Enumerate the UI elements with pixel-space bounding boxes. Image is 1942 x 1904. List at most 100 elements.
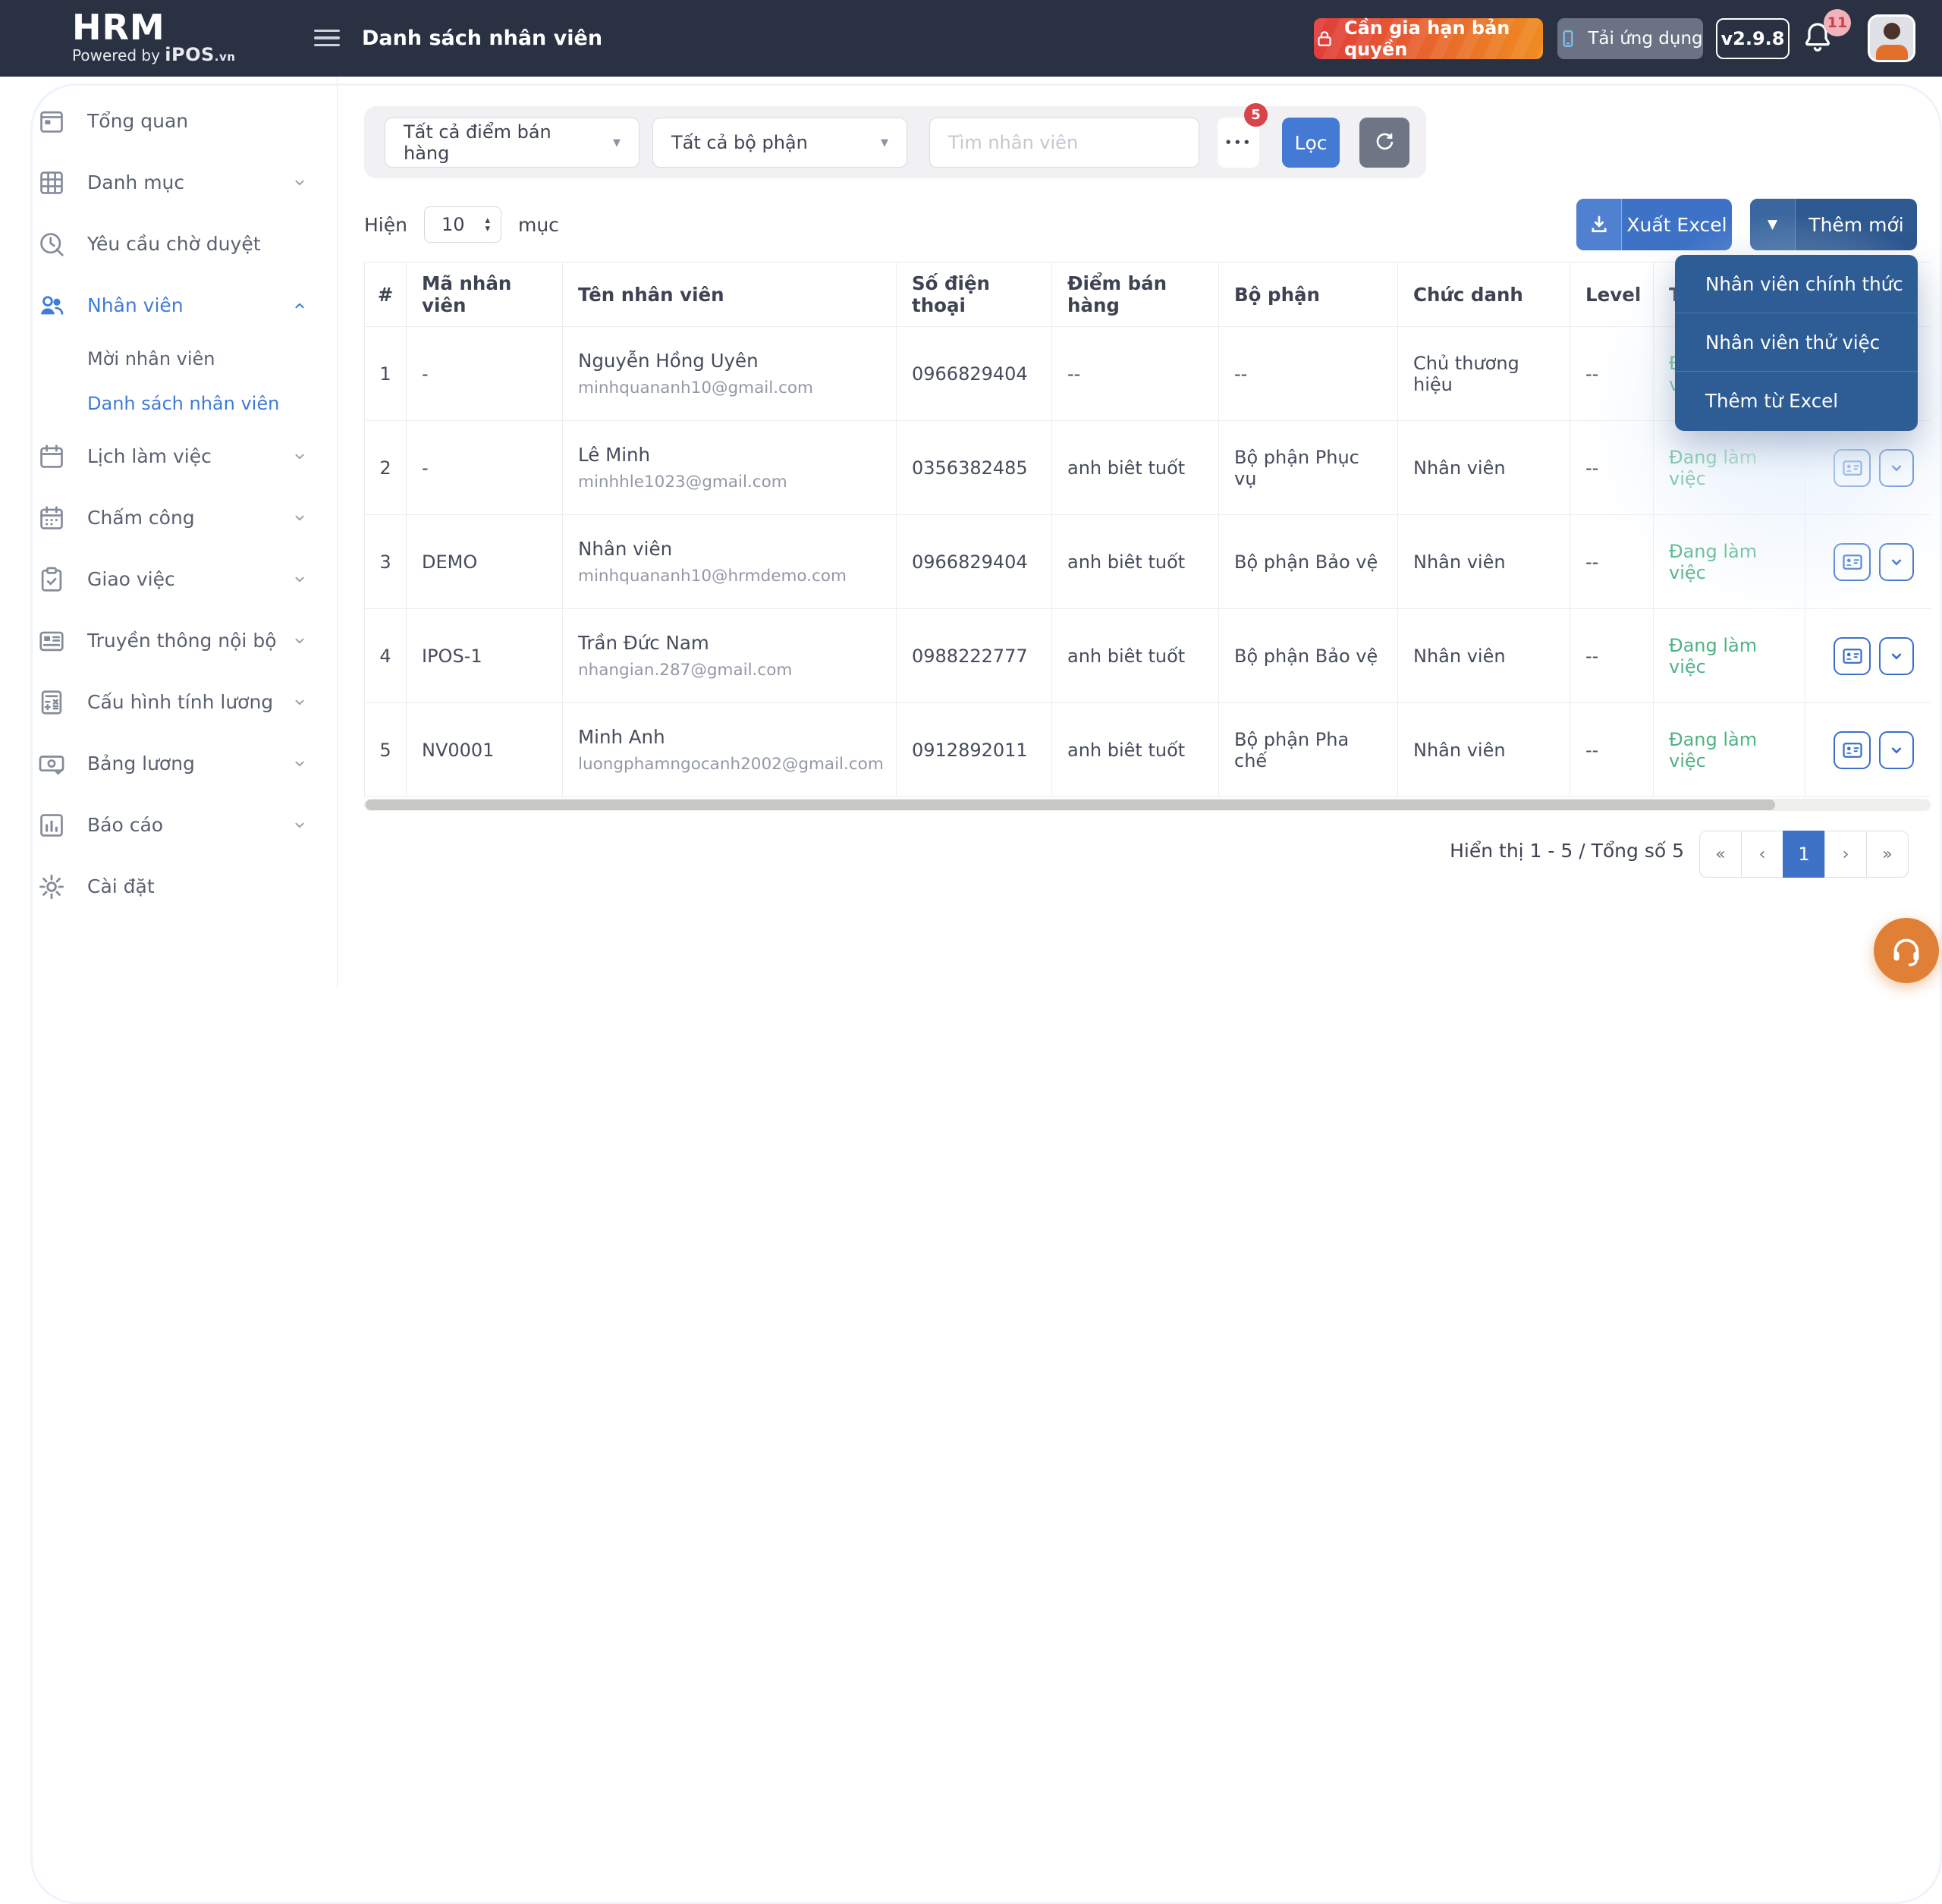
employee-email: minhhle1023@gmail.com <box>578 473 787 492</box>
table-row: 4 IPOS-1 Trần Đức Nam nhangian.287@gmail… <box>364 609 1931 703</box>
chevron-down-icon <box>1891 653 1902 660</box>
pagination-last-button[interactable]: » <box>1866 831 1909 878</box>
gear-icon <box>37 872 66 901</box>
cell-code: - <box>407 421 563 515</box>
sidebar-item-nhan-vien[interactable]: Nhân viên <box>0 275 337 336</box>
id-card-icon <box>1842 460 1862 476</box>
cell-actions <box>1805 703 1931 797</box>
pos-filter-select[interactable]: Tất cả điểm bán hàng ▼ <box>385 118 639 168</box>
sidebar-item-cau-hinh-tinh-luong[interactable]: Cấu hình tính lương <box>0 671 337 733</box>
sidebar-item-label: Yêu cầu chờ duyệt <box>87 233 261 255</box>
table-row: 2 - Lê Minh minhhle1023@gmail.com 035638… <box>364 421 1931 515</box>
cell-stt: 4 <box>364 609 407 703</box>
select-caret-icon: ▼ <box>881 137 888 149</box>
employee-card-button[interactable] <box>1834 730 1871 769</box>
sidebar-item-cai-dat[interactable]: Cài đặt <box>0 856 337 917</box>
status-badge: Đang làm việc <box>1654 421 1805 515</box>
license-renewal-button[interactable]: Cần gia hạn bản quyền <box>1314 17 1543 60</box>
row-expand-button[interactable] <box>1879 636 1914 675</box>
chevron-down-icon <box>291 756 308 772</box>
cell-title: Chủ thương hiệu <box>1398 327 1570 421</box>
chevron-down-icon <box>291 571 308 588</box>
notifications-button[interactable]: 11 <box>1799 9 1851 61</box>
cell-pos: -- <box>1052 327 1219 421</box>
sidebar-item-yeu-cau-cho-duyet[interactable]: Yêu cầu chờ duyệt <box>0 213 337 275</box>
status-badge: Đang làm việc <box>1654 703 1805 797</box>
clock-pending-icon <box>37 230 66 259</box>
calculator-icon <box>37 688 66 717</box>
cell-stt: 5 <box>364 703 407 797</box>
logo-powered: Powered by <box>72 46 160 64</box>
support-fab-button[interactable] <box>1874 918 1939 983</box>
table-row: 3 DEMO Nhân viên minhquananh10@hrmdemo.c… <box>364 515 1931 609</box>
pagination-prev-button[interactable]: ‹ <box>1741 831 1783 878</box>
sidebar-subitem-moi-nhan-vien[interactable]: Mời nhân viên <box>0 336 337 381</box>
cell-title: Nhân viên <box>1398 421 1570 515</box>
pagination-first-button[interactable]: « <box>1699 831 1742 878</box>
cell-pos: anh biêt tuốt <box>1052 609 1219 703</box>
sidebar-item-truyen-thong-noi-bo[interactable]: Truyền thông nội bộ <box>0 610 337 671</box>
download-app-button[interactable]: Tải ứng dụng <box>1557 18 1703 59</box>
scrollbar-thumb[interactable] <box>366 800 1775 810</box>
cell-phone: 0966829404 <box>897 327 1052 421</box>
license-button-label: Cần gia hạn bản quyền <box>1344 17 1510 60</box>
department-filter-select[interactable]: Tất cả bộ phận ▼ <box>652 118 907 168</box>
pagination-summary: Hiển thị 1 - 5 / Tổng số 5 <box>1450 840 1684 862</box>
page-size-stepper[interactable]: 10 ▴ ▾ <box>423 206 501 243</box>
cell-actions <box>1805 609 1931 703</box>
row-expand-button[interactable] <box>1879 542 1914 581</box>
pagination-page-1[interactable]: 1 <box>1783 831 1825 878</box>
apply-filter-button[interactable]: Lọc <box>1282 118 1340 168</box>
cell-level: -- <box>1570 327 1654 421</box>
cell-code: - <box>407 327 563 421</box>
sidebar-item-giao-viec[interactable]: Giao việc <box>0 548 337 610</box>
user-avatar[interactable] <box>1868 14 1915 62</box>
id-card-icon <box>1842 742 1862 758</box>
chevron-down-icon <box>291 633 308 649</box>
sidebar-item-label: Chấm công <box>87 507 195 529</box>
sidebar-item-bao-cao[interactable]: Báo cáo <box>0 794 337 856</box>
export-excel-button[interactable]: Xuất Excel <box>1576 199 1732 250</box>
refresh-button[interactable] <box>1359 118 1409 168</box>
lock-icon <box>1314 28 1335 49</box>
cell-phone: 0966829404 <box>897 515 1052 609</box>
cell-actions <box>1805 515 1931 609</box>
cell-phone: 0356382485 <box>897 421 1052 515</box>
employee-email: minhquananh10@gmail.com <box>578 379 813 397</box>
app-header: HRM Powered by iPOS.vn Danh sách nhân vi… <box>0 0 1942 77</box>
page-title: Danh sách nhân viên <box>362 27 603 50</box>
add-new-button[interactable]: ▼ Thêm mới <box>1750 199 1917 250</box>
sidebar-subitem-danh-sach-nhan-vien[interactable]: Danh sách nhân viên <box>0 381 337 426</box>
pagination-next-button[interactable]: › <box>1824 831 1867 878</box>
sidebar-item-label: Báo cáo <box>87 814 164 836</box>
cell-actions <box>1805 421 1931 515</box>
employee-card-button[interactable] <box>1834 542 1871 581</box>
menu-item-nhan-vien-thu-viec[interactable]: Nhân viên thử việc <box>1675 313 1918 372</box>
col-stt: # <box>364 262 407 327</box>
sidebar-item-bang-luong[interactable]: Bảng lương <box>0 733 337 794</box>
sidebar-item-label: Bảng lương <box>87 752 195 774</box>
col-ma-nhan-vien: Mã nhân viên <box>407 262 563 327</box>
add-new-dropdown-menu: Nhân viên chính thức Nhân viên thử việc … <box>1675 255 1918 431</box>
employee-card-button[interactable] <box>1834 448 1871 487</box>
headset-icon <box>1889 933 1924 968</box>
sidebar-item-danh-muc[interactable]: Danh mục <box>0 152 337 213</box>
hamburger-menu-icon[interactable] <box>314 25 341 51</box>
cell-dept: Bộ phận Bảo vệ <box>1219 609 1398 703</box>
sidebar-item-tong-quan[interactable]: Tổng quan <box>0 90 337 152</box>
col-so-dien-thoai: Số điện thoại <box>897 262 1052 327</box>
sidebar-item-cham-cong[interactable]: Chấm công <box>0 487 337 548</box>
row-expand-button[interactable] <box>1879 448 1914 487</box>
employee-card-button[interactable] <box>1834 636 1871 675</box>
table-horizontal-scrollbar <box>364 799 1931 811</box>
menu-item-nhan-vien-chinh-thuc[interactable]: Nhân viên chính thức <box>1675 255 1918 313</box>
sidebar-subitem-label: Danh sách nhân viên <box>87 392 280 414</box>
sidebar-item-lich-lam-viec[interactable]: Lịch làm việc <box>0 426 337 487</box>
cell-dept: Bộ phận Bảo vệ <box>1219 515 1398 609</box>
row-expand-button[interactable] <box>1879 730 1914 769</box>
page-size-control: Hiện 10 ▴ ▾ mục <box>364 206 559 243</box>
page-size-prefix: Hiện <box>364 213 407 236</box>
select-caret-icon: ▼ <box>613 137 621 149</box>
search-input[interactable] <box>930 118 1199 167</box>
menu-item-them-tu-excel[interactable]: Thêm từ Excel <box>1675 372 1918 430</box>
